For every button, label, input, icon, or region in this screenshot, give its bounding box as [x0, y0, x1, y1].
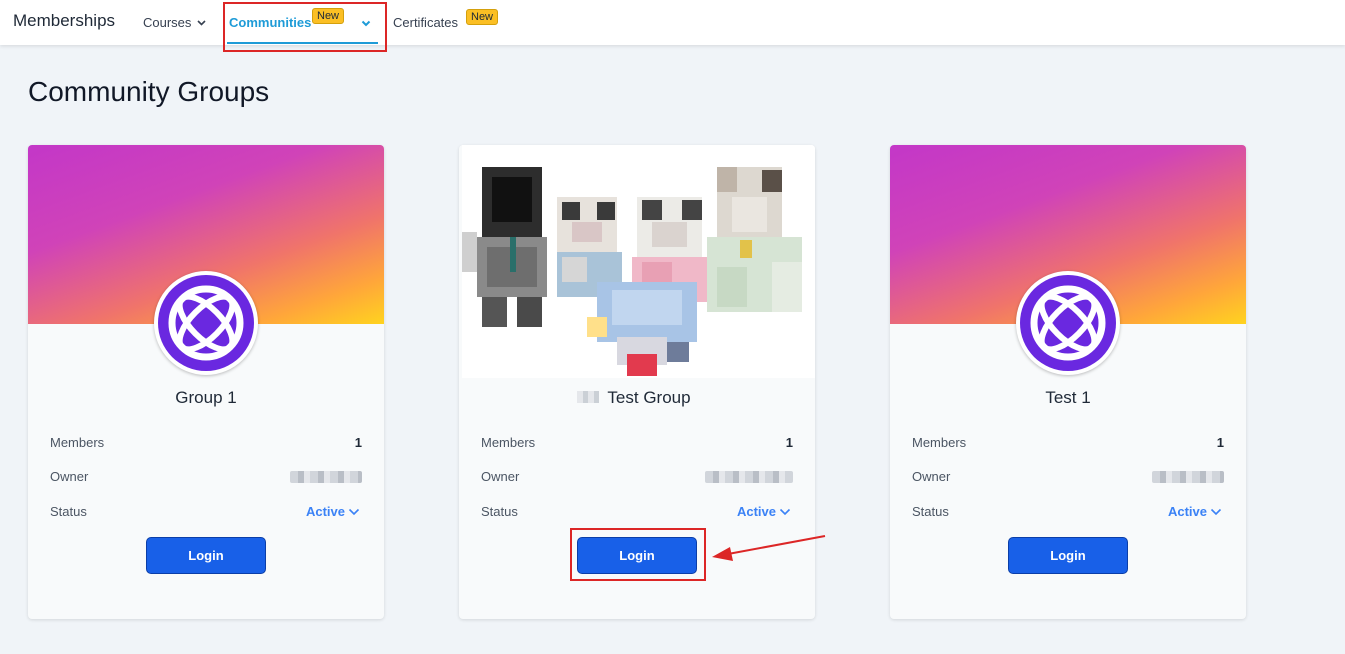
- status-dropdown[interactable]: Active: [1168, 504, 1222, 519]
- group-card: Group 1 Members 1 Owner Status Active Lo…: [28, 145, 384, 619]
- status-label: Status: [481, 504, 518, 519]
- group-avatar: [154, 271, 258, 375]
- status-value: Active: [305, 504, 345, 519]
- members-label: Members: [912, 435, 967, 450]
- new-badge: New: [466, 9, 499, 25]
- members-count: 1: [354, 435, 362, 450]
- status-value: Active: [736, 504, 776, 519]
- login-button[interactable]: Login: [1008, 537, 1128, 574]
- status-dropdown[interactable]: Active: [737, 504, 791, 519]
- circle-globe-logo-icon: [1020, 275, 1116, 371]
- circle-globe-logo-icon: [158, 275, 254, 371]
- owner-label: Owner: [50, 469, 89, 484]
- group-name: Test Group: [607, 388, 691, 407]
- group-avatar: [1016, 271, 1120, 375]
- chevron-down-icon: [1210, 508, 1222, 515]
- group-cover-photo-pixelated: [462, 145, 815, 378]
- owner-name-redacted: [290, 471, 362, 483]
- chevron-down-icon: [779, 508, 791, 515]
- owner-label: Owner: [912, 469, 951, 484]
- status-value: Active: [1167, 504, 1207, 519]
- status-label: Status: [50, 504, 87, 519]
- top-navigation: Memberships Courses Communities New Cert…: [0, 0, 1345, 45]
- annotation-highlight-box: [223, 2, 387, 52]
- app-title: Memberships: [13, 11, 116, 30]
- owner-name-redacted: [705, 471, 793, 483]
- members-count: 1: [1216, 435, 1224, 450]
- status-label: Status: [912, 504, 949, 519]
- login-button[interactable]: Login: [146, 537, 266, 574]
- annotation-highlight-box: [570, 528, 706, 581]
- members-label: Members: [50, 435, 105, 450]
- members-label: Members: [481, 435, 536, 450]
- members-count: 1: [785, 435, 793, 450]
- owner-name-redacted: [1152, 471, 1224, 483]
- nav-courses[interactable]: Courses: [143, 15, 206, 30]
- nav-certificates-label: Certificates: [393, 15, 459, 30]
- page-title: Community Groups: [28, 76, 270, 107]
- chevron-down-icon: [348, 508, 360, 515]
- group-card: Test 1 Members 1 Owner Status Active Log…: [890, 145, 1246, 619]
- status-dropdown[interactable]: Active: [306, 504, 360, 519]
- nav-courses-label: Courses: [143, 15, 192, 30]
- group-name: Test 1: [1045, 388, 1091, 407]
- chevron-down-icon: [197, 17, 206, 29]
- nav-certificates[interactable]: Certificates: [393, 15, 458, 30]
- group-name: Group 1: [175, 388, 237, 407]
- owner-label: Owner: [481, 469, 520, 484]
